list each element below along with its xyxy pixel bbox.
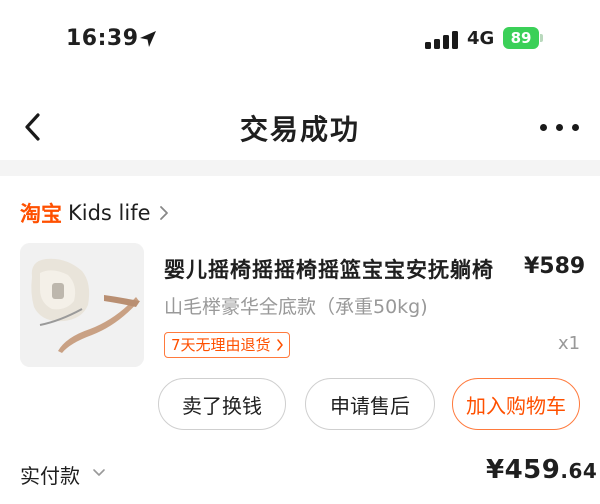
shop-name: Kids life bbox=[68, 201, 151, 225]
chevron-right-icon bbox=[276, 339, 283, 351]
battery-level: 89 bbox=[510, 29, 532, 47]
sell-button[interactable]: 卖了换钱 bbox=[158, 378, 286, 430]
add-to-cart-button[interactable]: 加入购物车 bbox=[452, 378, 580, 430]
battery-cap bbox=[540, 34, 543, 42]
status-time: 16:39 bbox=[66, 26, 139, 51]
shop-link[interactable]: 淘宝 Kids life bbox=[20, 198, 171, 228]
section-divider bbox=[0, 160, 600, 176]
more-icon[interactable] bbox=[540, 124, 580, 134]
signal-icon bbox=[425, 31, 459, 49]
product-sku: 山毛榉豪华全底款（承重50kg) bbox=[164, 296, 428, 318]
paid-amount-integer: ¥459 bbox=[486, 455, 561, 485]
return-policy-badge[interactable]: 7天无理由退货 bbox=[164, 332, 290, 358]
paid-amount-label[interactable]: 实付款 bbox=[20, 460, 80, 489]
product-title[interactable]: 婴儿摇椅摇摇椅摇篮宝宝安抚躺椅 bbox=[164, 254, 494, 284]
page-title: 交易成功 bbox=[239, 113, 360, 146]
product-image[interactable] bbox=[20, 243, 144, 367]
chevron-right-icon bbox=[159, 206, 168, 220]
paid-amount: ¥459.64 bbox=[486, 455, 597, 485]
return-policy-label: 7天无理由退货 bbox=[171, 336, 271, 354]
location-arrow-icon bbox=[140, 31, 156, 47]
status-bar: 16:39 4G 89 bbox=[0, 0, 600, 80]
battery-icon: 89 bbox=[503, 27, 539, 49]
baby-rocker-image bbox=[20, 243, 144, 367]
paid-amount-decimal: .64 bbox=[560, 459, 598, 483]
network-type: 4G bbox=[467, 28, 495, 49]
nav-bar: 交易成功 bbox=[0, 90, 600, 162]
product-quantity: x1 bbox=[558, 333, 581, 354]
after-sale-button[interactable]: 申请售后 bbox=[305, 378, 435, 430]
product-price: ¥589 bbox=[524, 254, 586, 279]
taobao-logo: 淘宝 bbox=[20, 202, 62, 226]
chevron-down-icon[interactable] bbox=[92, 468, 106, 478]
